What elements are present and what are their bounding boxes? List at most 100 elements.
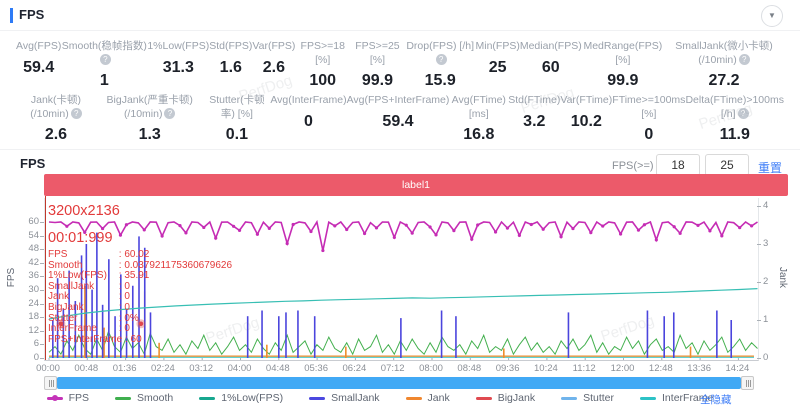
scrollbar-left-handle[interactable] bbox=[44, 376, 57, 390]
stat-label: Var(FTime) bbox=[560, 94, 612, 108]
stat-label: Median(FPS) bbox=[520, 40, 582, 54]
tick-mark bbox=[40, 222, 44, 223]
y-left-tick: 42 bbox=[15, 257, 39, 268]
x-tick: 08:00 bbox=[411, 363, 451, 374]
fps-threshold-min-input[interactable] bbox=[656, 154, 700, 176]
legend-item-smalljank[interactable]: SmallJank bbox=[309, 392, 379, 404]
stat-item: BigJank(严重卡顿) (/10min)? 1.3 bbox=[96, 94, 204, 144]
legend-item-smooth[interactable]: Smooth bbox=[115, 392, 173, 404]
collapse-button[interactable]: ▼ bbox=[761, 5, 783, 27]
x-tick: 14:24 bbox=[717, 363, 757, 374]
fps-chart-plot[interactable] bbox=[44, 198, 759, 361]
info-icon[interactable]: ? bbox=[164, 108, 175, 119]
tick-mark bbox=[40, 276, 44, 277]
stat-item: Var(FPS) 2.6 bbox=[252, 40, 295, 90]
tick-mark bbox=[40, 249, 44, 250]
stat-item: MedRange(FPS)[%]99.9 bbox=[582, 40, 664, 90]
x-tick: 11:12 bbox=[564, 363, 604, 374]
y-left-tick: 30 bbox=[15, 284, 39, 295]
tick-mark bbox=[40, 263, 44, 264]
grip-icon bbox=[51, 380, 52, 387]
chart-cursor-line bbox=[45, 196, 46, 360]
legend-label: SmallJank bbox=[331, 392, 379, 404]
stat-label: Jank(卡顿) (/10min)? bbox=[16, 94, 96, 121]
tick-mark bbox=[757, 320, 761, 321]
stat-value: 0 bbox=[612, 126, 685, 144]
legend-swatch bbox=[561, 397, 577, 400]
legend-swatch bbox=[115, 397, 131, 400]
scrollbar-right-handle[interactable] bbox=[741, 376, 754, 390]
hide-all-link[interactable]: 全隐藏 bbox=[700, 392, 732, 407]
legend-swatch bbox=[476, 397, 492, 400]
fps-threshold-max-input[interactable] bbox=[705, 154, 749, 176]
stat-value: 2.6 bbox=[252, 59, 295, 77]
stat-value: 25 bbox=[476, 59, 520, 77]
stat-value: 59.4 bbox=[16, 59, 61, 77]
stat-item: Std(FPS)1.6 bbox=[209, 40, 252, 90]
tick-mark bbox=[40, 317, 44, 318]
stat-item: SmallJank(微小卡顿) (/10min)?27.2 bbox=[664, 40, 784, 90]
legend-item-bigjank[interactable]: BigJank bbox=[476, 392, 535, 404]
stat-value: 31.3 bbox=[147, 59, 209, 77]
stat-value: 1 bbox=[61, 72, 147, 90]
stat-value: 2.6 bbox=[16, 126, 96, 144]
legend-item-jank[interactable]: Jank bbox=[406, 392, 450, 404]
x-tick: 05:36 bbox=[296, 363, 336, 374]
y-right-tick: 1 bbox=[763, 314, 787, 325]
info-icon[interactable]: ? bbox=[71, 108, 82, 119]
stat-label: Min(FPS) bbox=[476, 40, 520, 54]
stat-item: Drop(FPS) [/h]?15.9 bbox=[405, 40, 476, 90]
legend-swatch bbox=[199, 397, 215, 400]
stat-item: Min(FPS) 25 bbox=[476, 40, 520, 90]
stat-value: 0 bbox=[270, 113, 346, 131]
stat-label: Stutter(卡顿率) [%] bbox=[203, 94, 270, 121]
stat-label: MedRange(FPS)[%] bbox=[582, 40, 664, 67]
stat-item: Avg(InterFrame) 0 bbox=[270, 94, 346, 144]
scrollbar-range[interactable] bbox=[57, 377, 741, 389]
info-icon[interactable]: ? bbox=[738, 108, 749, 119]
stat-value: 60 bbox=[520, 59, 582, 77]
title-accent-bar bbox=[10, 8, 13, 23]
legend-item-fps[interactable]: FPS bbox=[47, 392, 89, 404]
tick-mark bbox=[757, 206, 761, 207]
stat-label: Var(FPS) bbox=[252, 40, 295, 54]
stat-label: SmallJank(微小卡顿) (/10min)? bbox=[664, 40, 784, 67]
stat-value: 10.2 bbox=[560, 113, 612, 131]
stat-item: Smooth(稳帧指数)?1 bbox=[61, 40, 147, 90]
chart-canvas bbox=[45, 198, 758, 360]
stat-item: Delta(FTime)>100ms [/h]?11.9 bbox=[685, 94, 784, 144]
info-icon[interactable]: ? bbox=[436, 54, 447, 65]
x-tick: 00:48 bbox=[66, 363, 106, 374]
stat-item: Jank(卡顿) (/10min)? 2.6 bbox=[16, 94, 96, 144]
legend-item-stutter[interactable]: Stutter bbox=[561, 392, 614, 404]
stat-value: 16.8 bbox=[449, 126, 508, 144]
stat-value: 11.9 bbox=[685, 126, 784, 144]
legend-item-1-low-fps-[interactable]: 1%Low(FPS) bbox=[199, 392, 283, 404]
stat-item: Var(FTime) 10.2 bbox=[560, 94, 612, 144]
x-tick: 13:36 bbox=[679, 363, 719, 374]
legend-swatch bbox=[640, 397, 656, 400]
legend-marker-dot bbox=[52, 395, 58, 401]
stat-value: 0.1 bbox=[203, 126, 270, 144]
chart-legend: FPS Smooth 1%Low(FPS) SmallJank Jank BigJank S… bbox=[0, 392, 760, 404]
chart-scrollbar[interactable] bbox=[44, 376, 757, 390]
y-left-tick: 18 bbox=[15, 311, 39, 322]
panel-header: FPS ▼ bbox=[0, 0, 800, 31]
tick-mark bbox=[40, 358, 44, 359]
info-icon[interactable]: ? bbox=[739, 54, 750, 65]
info-icon[interactable]: ? bbox=[100, 54, 111, 65]
x-tick: 09:36 bbox=[488, 363, 528, 374]
stat-value: 3.2 bbox=[508, 113, 560, 131]
stat-label: FPS>=18 [%] bbox=[295, 40, 350, 67]
y-left-tick: 48 bbox=[15, 243, 39, 254]
stat-value: 99.9 bbox=[350, 72, 405, 90]
y-left-tick: 0 bbox=[15, 352, 39, 363]
stat-label: BigJank(严重卡顿) (/10min)? bbox=[96, 94, 204, 121]
stat-item: Std(FTime)3.2 bbox=[508, 94, 560, 144]
stat-value: 1.3 bbox=[96, 126, 204, 144]
y-left-tick: 54 bbox=[15, 230, 39, 241]
stat-label: Std(FPS) bbox=[209, 40, 252, 54]
stat-label: Avg(InterFrame) bbox=[270, 94, 346, 108]
tick-mark bbox=[40, 290, 44, 291]
legend-label: BigJank bbox=[498, 392, 535, 404]
